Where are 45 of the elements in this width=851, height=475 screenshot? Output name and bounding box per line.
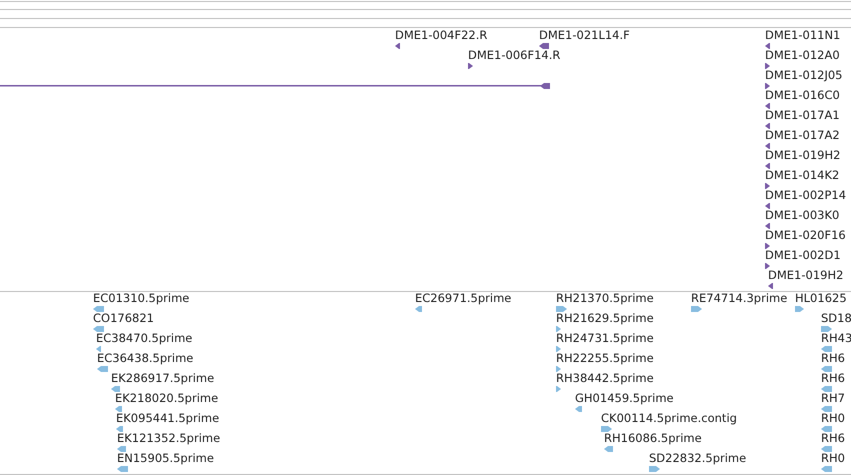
feature-label: DME1-002P14 xyxy=(765,190,846,202)
feature-label: RH38442.5prime xyxy=(556,373,654,384)
feature-label: DME1-017A2 xyxy=(765,130,840,142)
feature-label: EK218020.5prime xyxy=(115,393,218,404)
feature-label: RH22255.5prime xyxy=(556,353,654,364)
feature-label: RH7 xyxy=(821,393,845,404)
feature-label: RH0 xyxy=(821,413,845,424)
feature-label: RH43 xyxy=(821,333,851,344)
feature-label: DME1-004F22.R xyxy=(395,30,488,42)
feature-label: CK00114.5prime.contig xyxy=(601,413,737,424)
feature-label: RH6 xyxy=(821,353,845,364)
feature-label: RH21629.5prime xyxy=(556,313,654,324)
feature-label: EC36438.5prime xyxy=(97,353,194,364)
feature-label: DME1-002D1 xyxy=(765,250,841,262)
feature-label: RH21370.5prime xyxy=(556,293,654,304)
feature-label: DME1-020F16 xyxy=(765,230,846,242)
feature-label: RH0 xyxy=(821,453,845,464)
feature-label: DME1-019H2 xyxy=(768,270,844,282)
feature-label: DME1-016C0 xyxy=(765,90,840,102)
feature-label: DME1-021L14.F xyxy=(539,30,630,42)
feature-label: EK286917.5prime xyxy=(111,373,214,384)
feature-label: EK095441.5prime xyxy=(116,413,220,424)
feature-label: DME1-017A1 xyxy=(765,110,840,122)
feature-label: RE74714.3prime xyxy=(691,293,788,304)
feature-label: RH6 xyxy=(821,433,845,444)
feature-label: DME1-011N1 xyxy=(765,30,840,42)
feature-label: DME1-012A0 xyxy=(765,50,840,62)
feature-label: EC01310.5prime xyxy=(93,293,190,304)
feature-label: DME1-003K0 xyxy=(765,210,840,222)
feature-label: RH24731.5prime xyxy=(556,333,654,344)
feature-label: SD18 xyxy=(821,313,851,324)
feature-label: EC38470.5prime xyxy=(96,333,192,344)
feature-label: EN15905.5prime xyxy=(117,453,214,464)
feature-label: EK121352.5prime xyxy=(117,433,220,444)
feature-label: CO176821 xyxy=(93,313,154,324)
feature-label: RH16086.5prime xyxy=(604,433,702,444)
feature-label: DME1-019H2 xyxy=(765,150,840,162)
feature-label: DME1-006F14.R xyxy=(468,50,560,62)
feature-label: HL01625 xyxy=(795,293,847,304)
feature-label: DME1-012J05 xyxy=(765,70,842,82)
feature-label: EC26971.5prime xyxy=(415,293,512,304)
feature-label: GH01459.5prime xyxy=(575,393,674,404)
feature-label: SD22832.5prime xyxy=(649,453,746,464)
feature-label: DME1-014K2 xyxy=(765,170,840,182)
feature-label: RH6 xyxy=(821,373,845,384)
